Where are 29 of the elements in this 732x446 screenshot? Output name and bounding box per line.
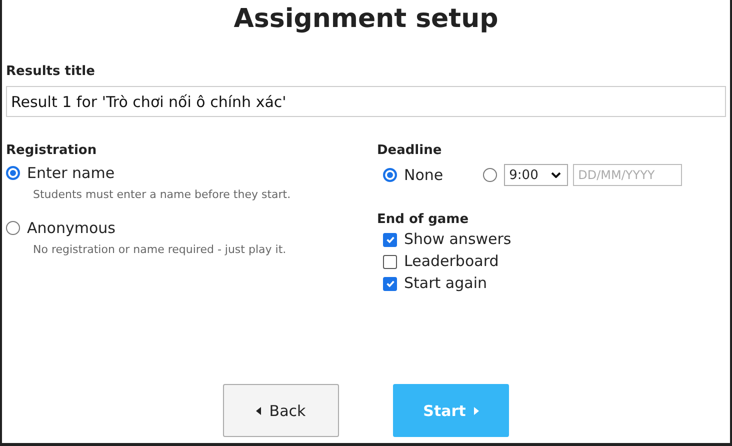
results-title-field[interactable]: Result 1 for 'Trò chơi nối ô chính xác' bbox=[6, 86, 726, 117]
checkmark-icon bbox=[384, 234, 396, 245]
page-title: Assignment setup bbox=[232, 3, 500, 36]
checkbox[interactable] bbox=[383, 254, 397, 268]
checkbox[interactable] bbox=[383, 276, 397, 290]
time-dropdown[interactable]: 9:00 bbox=[504, 164, 568, 186]
option-label: Anonymous bbox=[27, 219, 116, 237]
section-label: End of game bbox=[377, 212, 470, 228]
checkbox[interactable] bbox=[383, 232, 397, 246]
field-label: Results title bbox=[6, 64, 96, 80]
checkmark-icon bbox=[384, 278, 396, 289]
checkbox-label: Start again bbox=[404, 273, 487, 294]
chevron-down-icon bbox=[551, 172, 562, 178]
option-label: None bbox=[404, 166, 444, 184]
checkbox-label: Show answers bbox=[404, 229, 512, 250]
section-label: Deadline bbox=[377, 143, 443, 159]
section-label: Registration bbox=[6, 143, 98, 159]
option-hint: No registration or name required - just play it. bbox=[33, 243, 288, 256]
date-field[interactable]: DD/MM/YYYY bbox=[573, 164, 682, 186]
back-button[interactable]: Back bbox=[223, 384, 339, 437]
radio-button[interactable] bbox=[483, 168, 498, 182]
option-label: Enter name bbox=[27, 164, 115, 182]
left-triangle-icon bbox=[256, 406, 262, 414]
option-hint: Students must enter a name before they start. bbox=[33, 188, 292, 201]
checkbox-label: Leaderboard bbox=[404, 251, 499, 272]
radio-button[interactable] bbox=[383, 168, 397, 182]
radio-button[interactable] bbox=[6, 221, 20, 235]
right-triangle-icon bbox=[474, 406, 479, 414]
radio-button[interactable] bbox=[6, 166, 20, 180]
